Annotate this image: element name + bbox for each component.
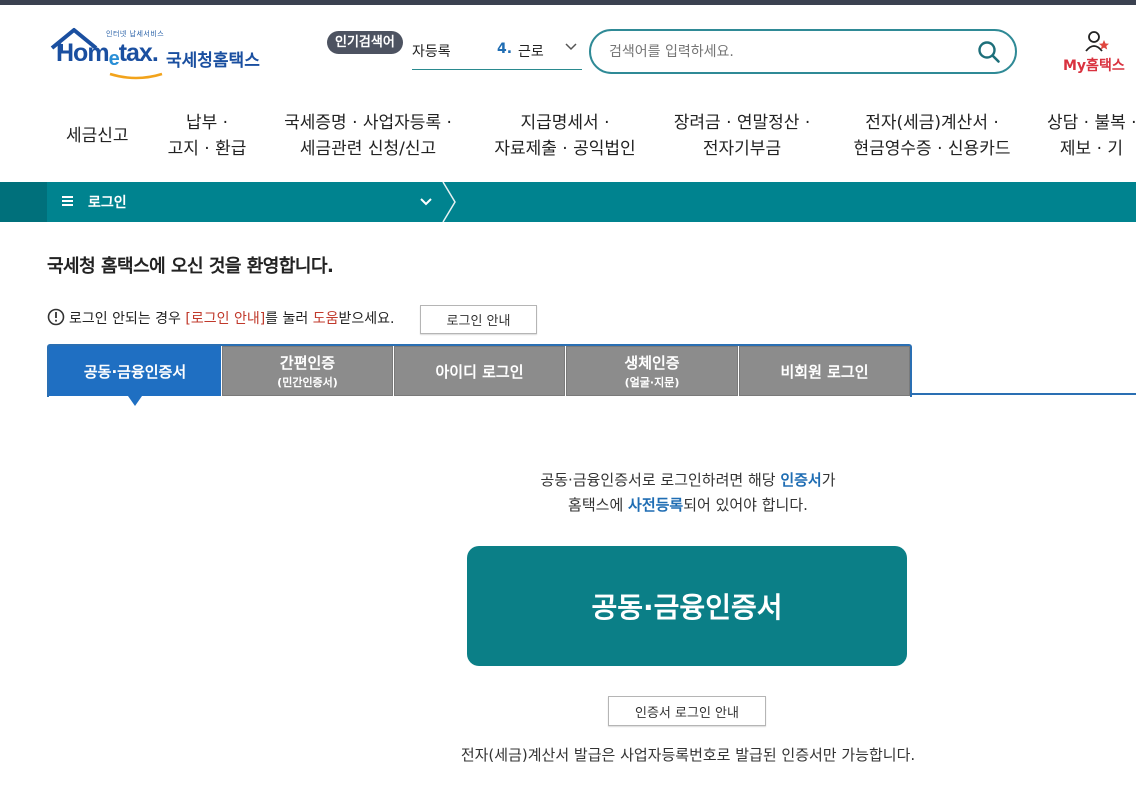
chevron-down-icon[interactable] <box>564 39 578 57</box>
chevron-down-icon <box>420 198 432 206</box>
logo-subtitle: 인터넷 납세서비스 <box>106 30 165 38</box>
search-input[interactable] <box>609 41 949 63</box>
location-menu-dropdown[interactable]: 로그인 <box>47 182 443 222</box>
gnb-payment-statement[interactable]: 지급명세서 · 자료제출 · 공익법인 <box>494 110 636 162</box>
gnb-e-invoice[interactable]: 전자(세금)계산서 · 현금영수증 · 신용카드 <box>852 110 1012 162</box>
tab-biometric[interactable]: 생체인증 (얼굴·지문) <box>566 346 738 396</box>
popular-keyword-current[interactable]: 근로 <box>518 41 556 61</box>
gnb-payment[interactable]: 납부 · 고지 · 환급 <box>167 110 247 162</box>
logo-swoosh-icon <box>109 72 163 80</box>
my-hometax-label: My홈택스 <box>1063 58 1125 74</box>
location-bar: 로그인 <box>0 182 1136 222</box>
tab-simple-auth[interactable]: 간편인증 (민간인증서) <box>222 346 393 396</box>
login-method-tabs: 공동·금융인증서 간편인증 (민간인증서) 아이디 로그인 생체인증 (얼굴·지… <box>47 344 1136 397</box>
welcome-heading: 국세청 홈택스에 오신 것을 환영합니다. <box>47 256 334 277</box>
active-tab-pointer <box>128 396 142 406</box>
location-home-block <box>0 182 47 222</box>
location-menu-label: 로그인 <box>88 195 127 211</box>
main-navigation: 세금신고 납부 · 고지 · 환급 국세증명 · 사업자등록 · 세금관련 신청/신… <box>0 110 1136 170</box>
search-box <box>589 29 1017 74</box>
e-invoice-footnote: 전자(세금)계산서 발급은 사업자등록번호로 발급된 인증서만 가능합니다. <box>460 746 916 764</box>
tab-joint-certificate[interactable]: 공동·금융인증서 <box>49 346 221 396</box>
tab-guest-login[interactable]: 비회원 로그인 <box>739 346 910 396</box>
login-guide-button[interactable]: 로그인 안내 <box>420 305 537 334</box>
hamburger-icon <box>62 196 73 206</box>
user-star-icon <box>1085 31 1109 52</box>
hometax-logo[interactable]: 인터넷 납세서비스 Hometax. 국세청홈택스 <box>48 26 268 82</box>
gnb-consultation[interactable]: 상담 · 불복 · 제보 · 기 <box>1047 110 1136 162</box>
logo-wordmark: Hometax. <box>56 39 159 70</box>
breadcrumb-separator-icon <box>442 182 456 222</box>
joint-certificate-login-button[interactable]: 공동·금융인증서 <box>467 546 907 666</box>
top-accent-bar <box>0 0 1136 5</box>
popular-keywords-badge: 인기검색어 <box>327 31 403 54</box>
gnb-tax-filing[interactable]: 세금신고 <box>66 123 129 149</box>
tab-id-login[interactable]: 아이디 로그인 <box>394 346 565 396</box>
my-hometax-link[interactable]: My홈택스 <box>1060 30 1136 76</box>
gnb-incentive[interactable]: 장려금 · 연말정산 · 전자기부금 <box>673 110 811 162</box>
logo-korean-name: 국세청홈택스 <box>166 51 260 71</box>
gnb-certificates[interactable]: 국세증명 · 사업자등록 · 세금관련 신청/신고 <box>283 110 453 162</box>
login-notice-text: 로그인 안되는 경우 [로그인 안내]를 눌러 도움받으세요. <box>69 311 395 327</box>
warning-circle-icon <box>47 308 65 326</box>
popular-keyword-rank: 4. <box>497 41 513 57</box>
popular-keyword-prev[interactable]: 자등록 <box>412 41 451 61</box>
popular-keywords-ticker[interactable]: 자등록 4. 근로 <box>412 37 582 70</box>
certificate-description: 공동·금융인증서로 로그인하려면 해당 인증서가 홈택스에 사전등록되어 있어야… <box>540 471 836 514</box>
tabs-underline <box>912 393 1136 395</box>
certificate-login-guide-button[interactable]: 인증서 로그인 안내 <box>608 696 766 726</box>
search-icon[interactable] <box>977 40 1001 64</box>
